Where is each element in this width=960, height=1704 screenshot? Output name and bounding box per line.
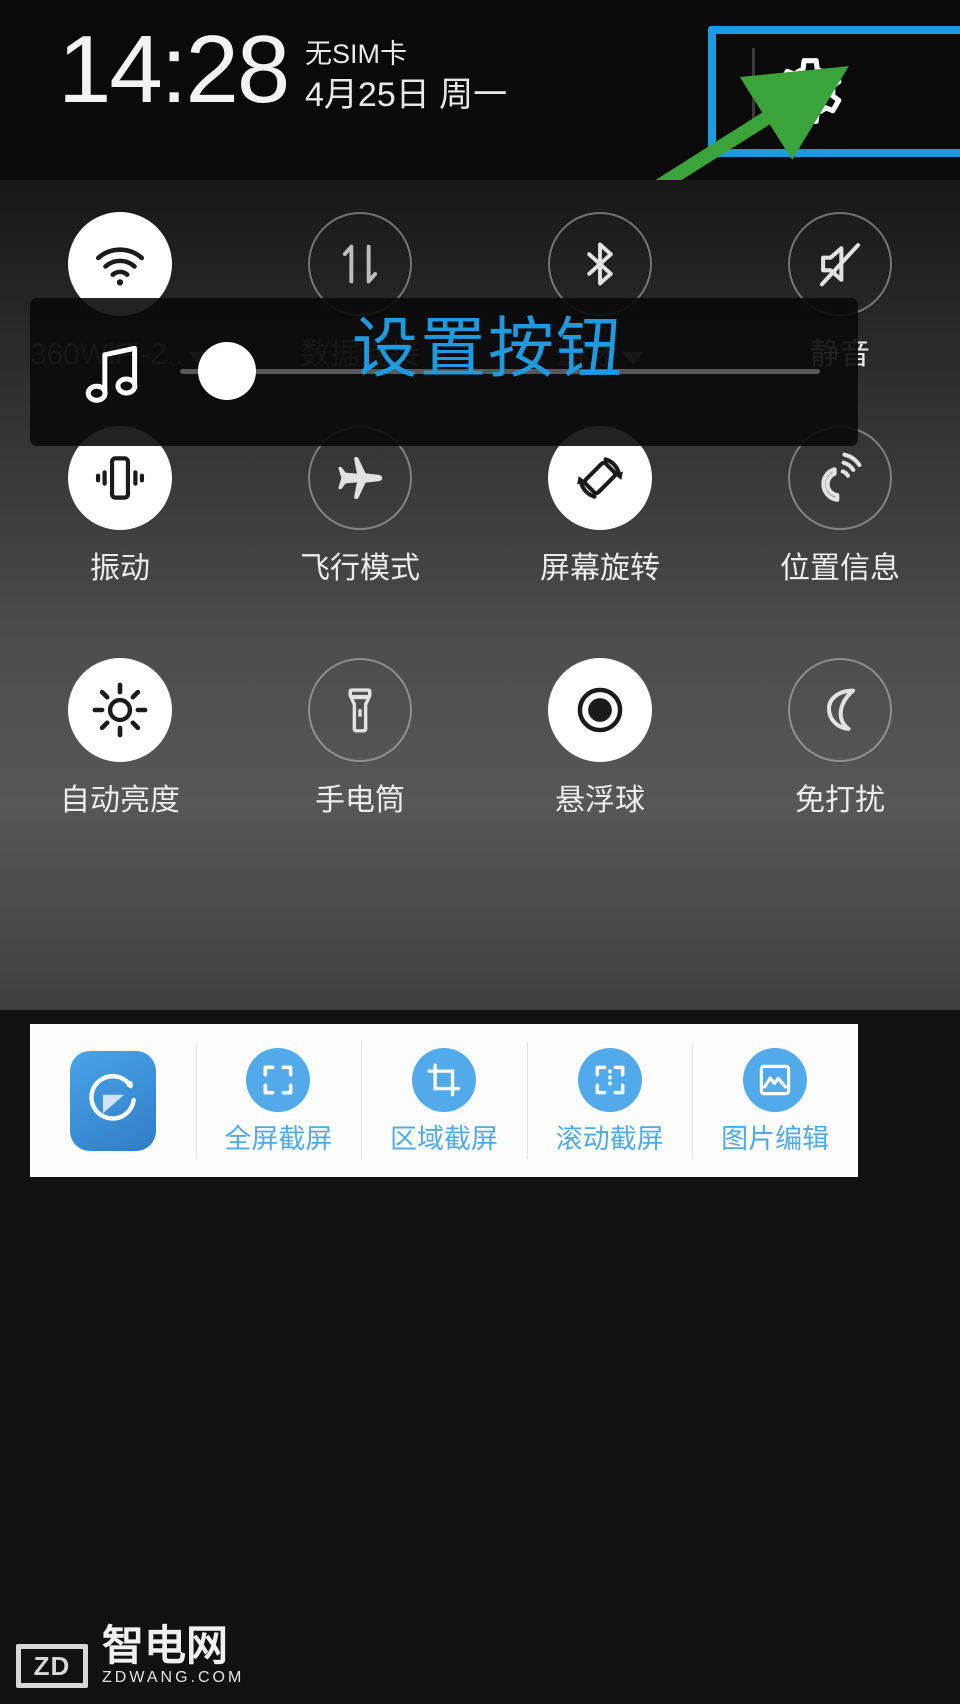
tile-flashlight-label-wrap: 手电筒 [315, 784, 405, 818]
fullscreen-capture-icon [263, 1065, 293, 1094]
phone-screen: 14:28 无SIM卡 4月25日 周一 振动 飞行模式 屏幕旋转 位置信息 自… [0, 0, 960, 1704]
tile-dnd-label: 免打扰 [795, 784, 885, 817]
region-capture-icon [427, 1062, 461, 1096]
image-edit-label: 图片编辑 [721, 1123, 830, 1154]
wifi-icon [95, 247, 145, 286]
clock: 14:28 [58, 16, 290, 123]
flashlight-toggle[interactable] [308, 658, 412, 762]
tile-airplane-label: 飞行模式 [300, 552, 420, 585]
watermark-mark: ZD [16, 1644, 88, 1688]
region-capture-button[interactable]: 区域截屏 [361, 1024, 527, 1177]
region-capture-label: 区域截屏 [389, 1123, 498, 1154]
bluetooth-icon [587, 242, 613, 286]
quick-settings-row-2: 振动 飞行模式 屏幕旋转 位置信息 [0, 426, 960, 640]
screenshot-app-button[interactable] [30, 1024, 196, 1177]
tile-location-label-wrap: 位置信息 [780, 552, 900, 586]
watermark-text: 智电网 ZDWANG.COM [102, 1624, 244, 1688]
watermark-name: 智电网 [102, 1622, 229, 1669]
watermark: ZD 智电网 ZDWANG.COM [16, 1624, 244, 1688]
tile-vibrate-label-wrap: 振动 [90, 552, 150, 586]
region-capture-circle [411, 1047, 476, 1112]
scroll-capture-label: 滚动截屏 [555, 1123, 664, 1154]
fullscreen-capture-circle [246, 1047, 311, 1112]
tile-flashlight-label: 手电筒 [315, 784, 405, 817]
tile-dnd[interactable]: 免打扰 [720, 658, 960, 872]
tile-airplane-label-wrap: 飞行模式 [300, 552, 420, 586]
status-header: 14:28 无SIM卡 4月25日 周一 [0, 0, 960, 180]
tile-location[interactable]: 位置信息 [720, 426, 960, 640]
tile-auto-brightness-label: 自动亮度 [60, 784, 180, 817]
tile-location-label: 位置信息 [780, 552, 900, 585]
capture-logo-icon [89, 1073, 136, 1121]
airplane-icon [338, 457, 383, 499]
rotate-icon [577, 457, 623, 499]
tile-auto-brightness[interactable]: 自动亮度 [0, 658, 240, 872]
tile-float-ball-label-wrap: 悬浮球 [555, 784, 645, 818]
music-note-icon [85, 345, 138, 403]
screenshot-app-icon [69, 1050, 156, 1151]
floatball-icon [577, 687, 623, 733]
watermark-url: ZDWANG.COM [102, 1669, 245, 1686]
scroll-capture-button[interactable]: 滚动截屏 [526, 1024, 693, 1177]
image-edit-button[interactable]: 图片编辑 [692, 1024, 858, 1177]
dnd-toggle[interactable] [788, 658, 892, 762]
volume-thumb[interactable] [198, 342, 256, 400]
scroll-capture-circle [577, 1047, 642, 1112]
tile-airplane[interactable]: 飞行模式 [240, 426, 480, 640]
data-icon [342, 244, 378, 284]
fullscreen-capture-label: 全屏截屏 [224, 1123, 333, 1154]
tile-dnd-label-wrap: 免打扰 [795, 784, 885, 818]
auto-brightness-toggle[interactable] [68, 658, 172, 762]
scroll-capture-icon [595, 1065, 624, 1094]
tile-auto-brightness-label-wrap: 自动亮度 [60, 784, 180, 818]
tile-flashlight[interactable]: 手电筒 [240, 658, 480, 872]
sim-status: 无SIM卡 [305, 39, 408, 69]
settings-highlight-box [708, 26, 960, 157]
fullscreen-capture-button[interactable]: 全屏截屏 [195, 1024, 362, 1177]
tile-screen-rotation-label: 屏幕旋转 [540, 552, 660, 585]
tile-float-ball[interactable]: 悬浮球 [480, 658, 720, 872]
float-ball-toggle[interactable] [548, 658, 652, 762]
tile-screen-rotation-label-wrap: 屏幕旋转 [540, 552, 660, 586]
location-icon [821, 452, 862, 502]
brightness-icon [92, 682, 148, 738]
image-edit-circle [743, 1047, 808, 1112]
vibrate-icon [95, 456, 145, 500]
mute-icon [819, 243, 861, 287]
tile-vibrate-label: 振动 [90, 552, 150, 585]
quick-settings-row-3: 自动亮度 手电筒 悬浮球 免打扰 [0, 658, 960, 872]
screenshot-toolbar: 全屏截屏 区域截屏 滚动截屏 图片编辑 [30, 1024, 858, 1177]
flashlight-icon [348, 688, 372, 733]
tile-float-ball-label: 悬浮球 [555, 784, 645, 817]
tile-vibrate[interactable]: 振动 [0, 426, 240, 640]
date-text: 4月25日 周一 [305, 76, 508, 114]
tile-screen-rotation[interactable]: 屏幕旋转 [480, 426, 720, 640]
image-edit-icon [759, 1064, 791, 1095]
annotation-label: 设置按钮 [352, 311, 624, 385]
moon-icon [826, 688, 856, 731]
sim-date-block: 无SIM卡 4月25日 周一 [305, 38, 507, 117]
